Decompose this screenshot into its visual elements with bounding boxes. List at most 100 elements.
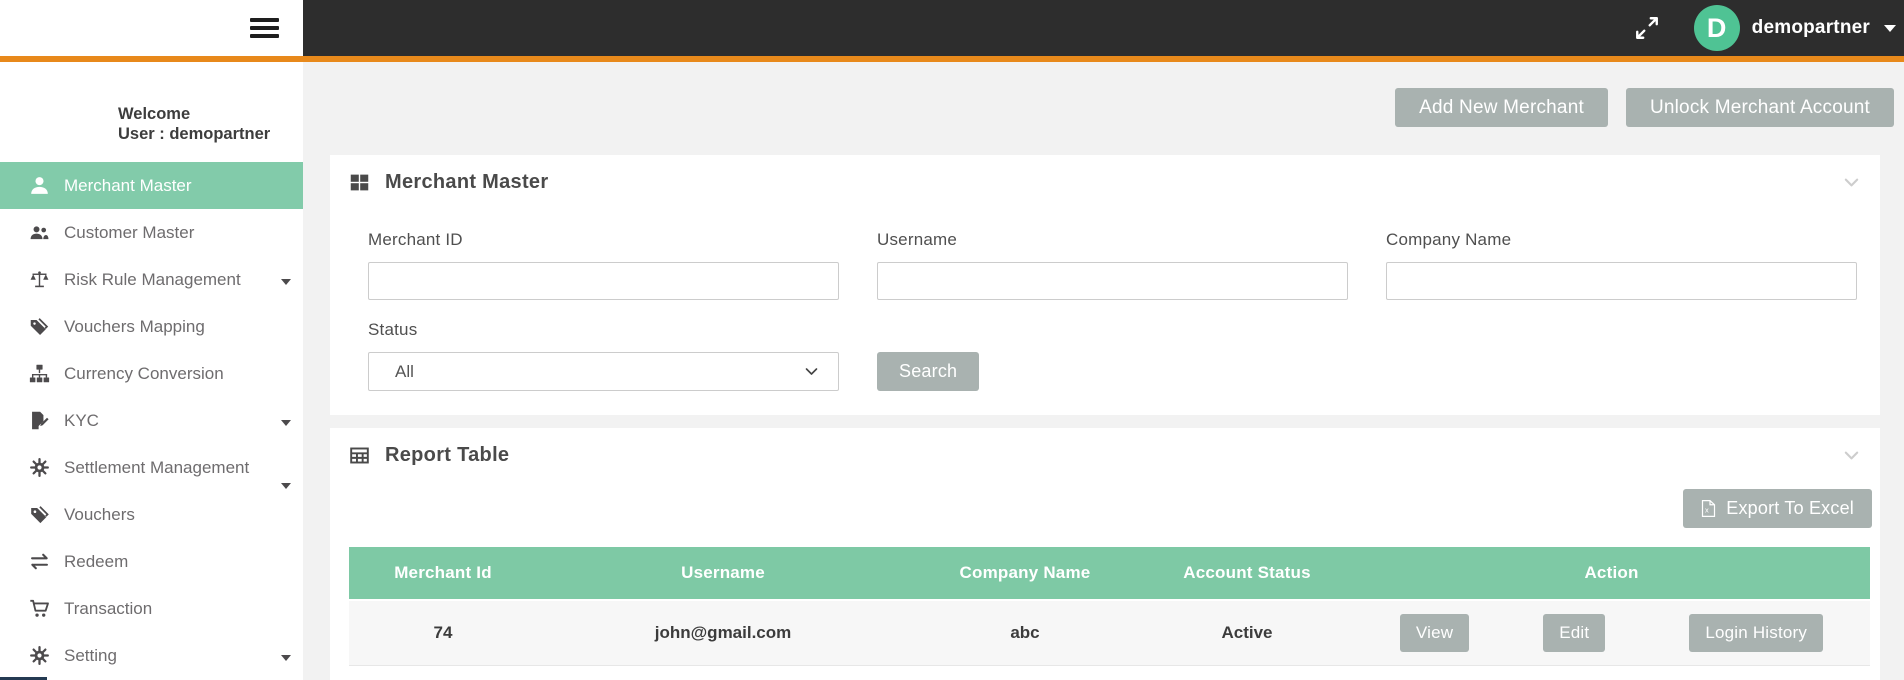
sidebar-item-setting[interactable]: Setting [0,632,303,679]
gear-icon [28,457,50,479]
sidebar-item-label: Redeem [64,552,128,572]
sidebar-item-merchant-master[interactable]: Merchant Master [0,162,303,209]
merchant-master-panel-header: Merchant Master [330,155,1880,194]
search-form-row-1: Merchant ID Username Company Name [330,230,1880,300]
panel-title: Report Table [385,444,509,467]
table-icon [349,445,370,466]
username-field: Username [877,230,1348,300]
report-table-panel-header: Report Table [330,428,1880,467]
sidebar-item-label: Settlement Management [64,458,249,478]
exchange-arrows-icon [28,551,50,573]
status-select-value: All [395,362,414,382]
caret-down-icon [281,474,291,494]
merchant-id-field: Merchant ID [368,230,839,300]
sidebar-item-label: KYC [64,411,99,431]
caret-down-icon [1884,25,1896,32]
merchant-id-label: Merchant ID [368,230,839,250]
user-name: demopartner [1752,17,1870,39]
user-menu[interactable]: D demopartner [1694,5,1896,51]
grid-icon [349,172,370,193]
svg-text:x: x [1705,506,1709,515]
column-header-account-status: Account Status [1141,547,1353,600]
status-field: Status All [368,320,839,391]
welcome-user-line: User : demopartner [118,124,303,144]
status-label: Status [368,320,839,340]
company-name-input[interactable] [1386,262,1857,300]
top-action-buttons: Add New Merchant Unlock Merchant Account [330,88,1894,127]
top-bar: D demopartner [0,0,1904,56]
sidebar-nav: Merchant Master Customer Master Risk Rul… [0,162,303,679]
search-button[interactable]: Search [877,352,979,391]
company-name-field: Company Name [1386,230,1857,300]
export-to-excel-button[interactable]: x Export To Excel [1683,489,1872,528]
sidebar-item-redeem[interactable]: Redeem [0,538,303,585]
search-form-row-2: Status All Search [330,320,1880,391]
chevron-down-icon [804,364,819,379]
table-header-row: Merchant Id Username Company Name Accoun… [349,547,1870,600]
sidebar-item-label: Merchant Master [64,176,192,196]
app-window: D demopartner Welcome User : demopartner… [0,0,1904,680]
tags-icon [28,316,50,338]
unlock-merchant-account-button[interactable]: Unlock Merchant Account [1626,88,1894,127]
merchant-id-input[interactable] [368,262,839,300]
action-buttons: View Edit Login History [1354,614,1869,652]
export-button-label: Export To Excel [1726,498,1854,519]
export-row: x Export To Excel [330,489,1880,528]
cell-account-status: Active [1141,600,1353,666]
view-button[interactable]: View [1400,614,1469,652]
sidebar-item-vouchers[interactable]: Vouchers [0,491,303,538]
column-header-company-name: Company Name [909,547,1141,600]
top-bar-left [0,0,303,56]
sidebar-item-label: Risk Rule Management [64,270,241,290]
scale-icon [28,269,50,291]
fullscreen-expand-icon[interactable] [1634,15,1660,41]
sidebar-item-transaction[interactable]: Transaction [0,585,303,632]
user-icon [28,175,50,197]
cell-username: john@gmail.com [537,600,909,666]
panel-title: Merchant Master [385,171,548,194]
caret-down-icon [281,270,291,290]
collapse-chevron-icon[interactable] [1843,447,1860,464]
merchant-master-panel: Merchant Master Merchant ID Username [330,155,1880,415]
excel-file-icon: x [1701,499,1716,518]
add-new-merchant-button[interactable]: Add New Merchant [1395,88,1608,127]
welcome-text: Welcome User : demopartner [0,104,303,144]
cart-icon [28,598,50,620]
login-history-button[interactable]: Login History [1689,614,1823,652]
users-icon [28,222,50,244]
main-content: Add New Merchant Unlock Merchant Account… [303,62,1904,680]
sidebar-item-kyc[interactable]: KYC [0,397,303,444]
avatar: D [1694,5,1740,51]
sidebar-item-currency-conversion[interactable]: Currency Conversion [0,350,303,397]
sidebar-item-settlement-management[interactable]: Settlement Management [0,444,303,491]
sitemap-icon [28,363,50,385]
table-row: 74 john@gmail.com abc Active View Edit L… [349,600,1870,666]
edit-button[interactable]: Edit [1543,614,1605,652]
sidebar-item-customer-master[interactable]: Customer Master [0,209,303,256]
status-select[interactable]: All [368,352,839,391]
sidebar-item-label: Transaction [64,599,152,619]
sidebar-item-label: Vouchers Mapping [64,317,205,337]
tag-icon [28,504,50,526]
column-header-merchant-id: Merchant Id [349,547,537,600]
sidebar-item-label: Customer Master [64,223,194,243]
username-label: Username [877,230,1348,250]
sidebar-item-label: Vouchers [64,505,135,525]
top-bar-main: D demopartner [303,0,1904,56]
collapse-chevron-icon[interactable] [1843,174,1860,191]
sidebar: Welcome User : demopartner Merchant Mast… [0,62,303,680]
welcome-line: Welcome [118,104,303,124]
kyc-document-icon [28,410,50,432]
cell-company-name: abc [909,600,1141,666]
hamburger-menu-icon[interactable] [250,18,279,39]
cell-merchant-id: 74 [349,600,537,666]
sidebar-item-vouchers-mapping[interactable]: Vouchers Mapping [0,303,303,350]
caret-down-icon [281,646,291,666]
column-header-action: Action [1353,547,1870,600]
report-table: Merchant Id Username Company Name Accoun… [349,547,1870,666]
username-input[interactable] [877,262,1348,300]
column-header-username: Username [537,547,909,600]
sidebar-item-risk-rule-management[interactable]: Risk Rule Management [0,256,303,303]
report-table-panel: Report Table x Export To Excel [330,428,1880,680]
caret-down-icon [281,411,291,431]
